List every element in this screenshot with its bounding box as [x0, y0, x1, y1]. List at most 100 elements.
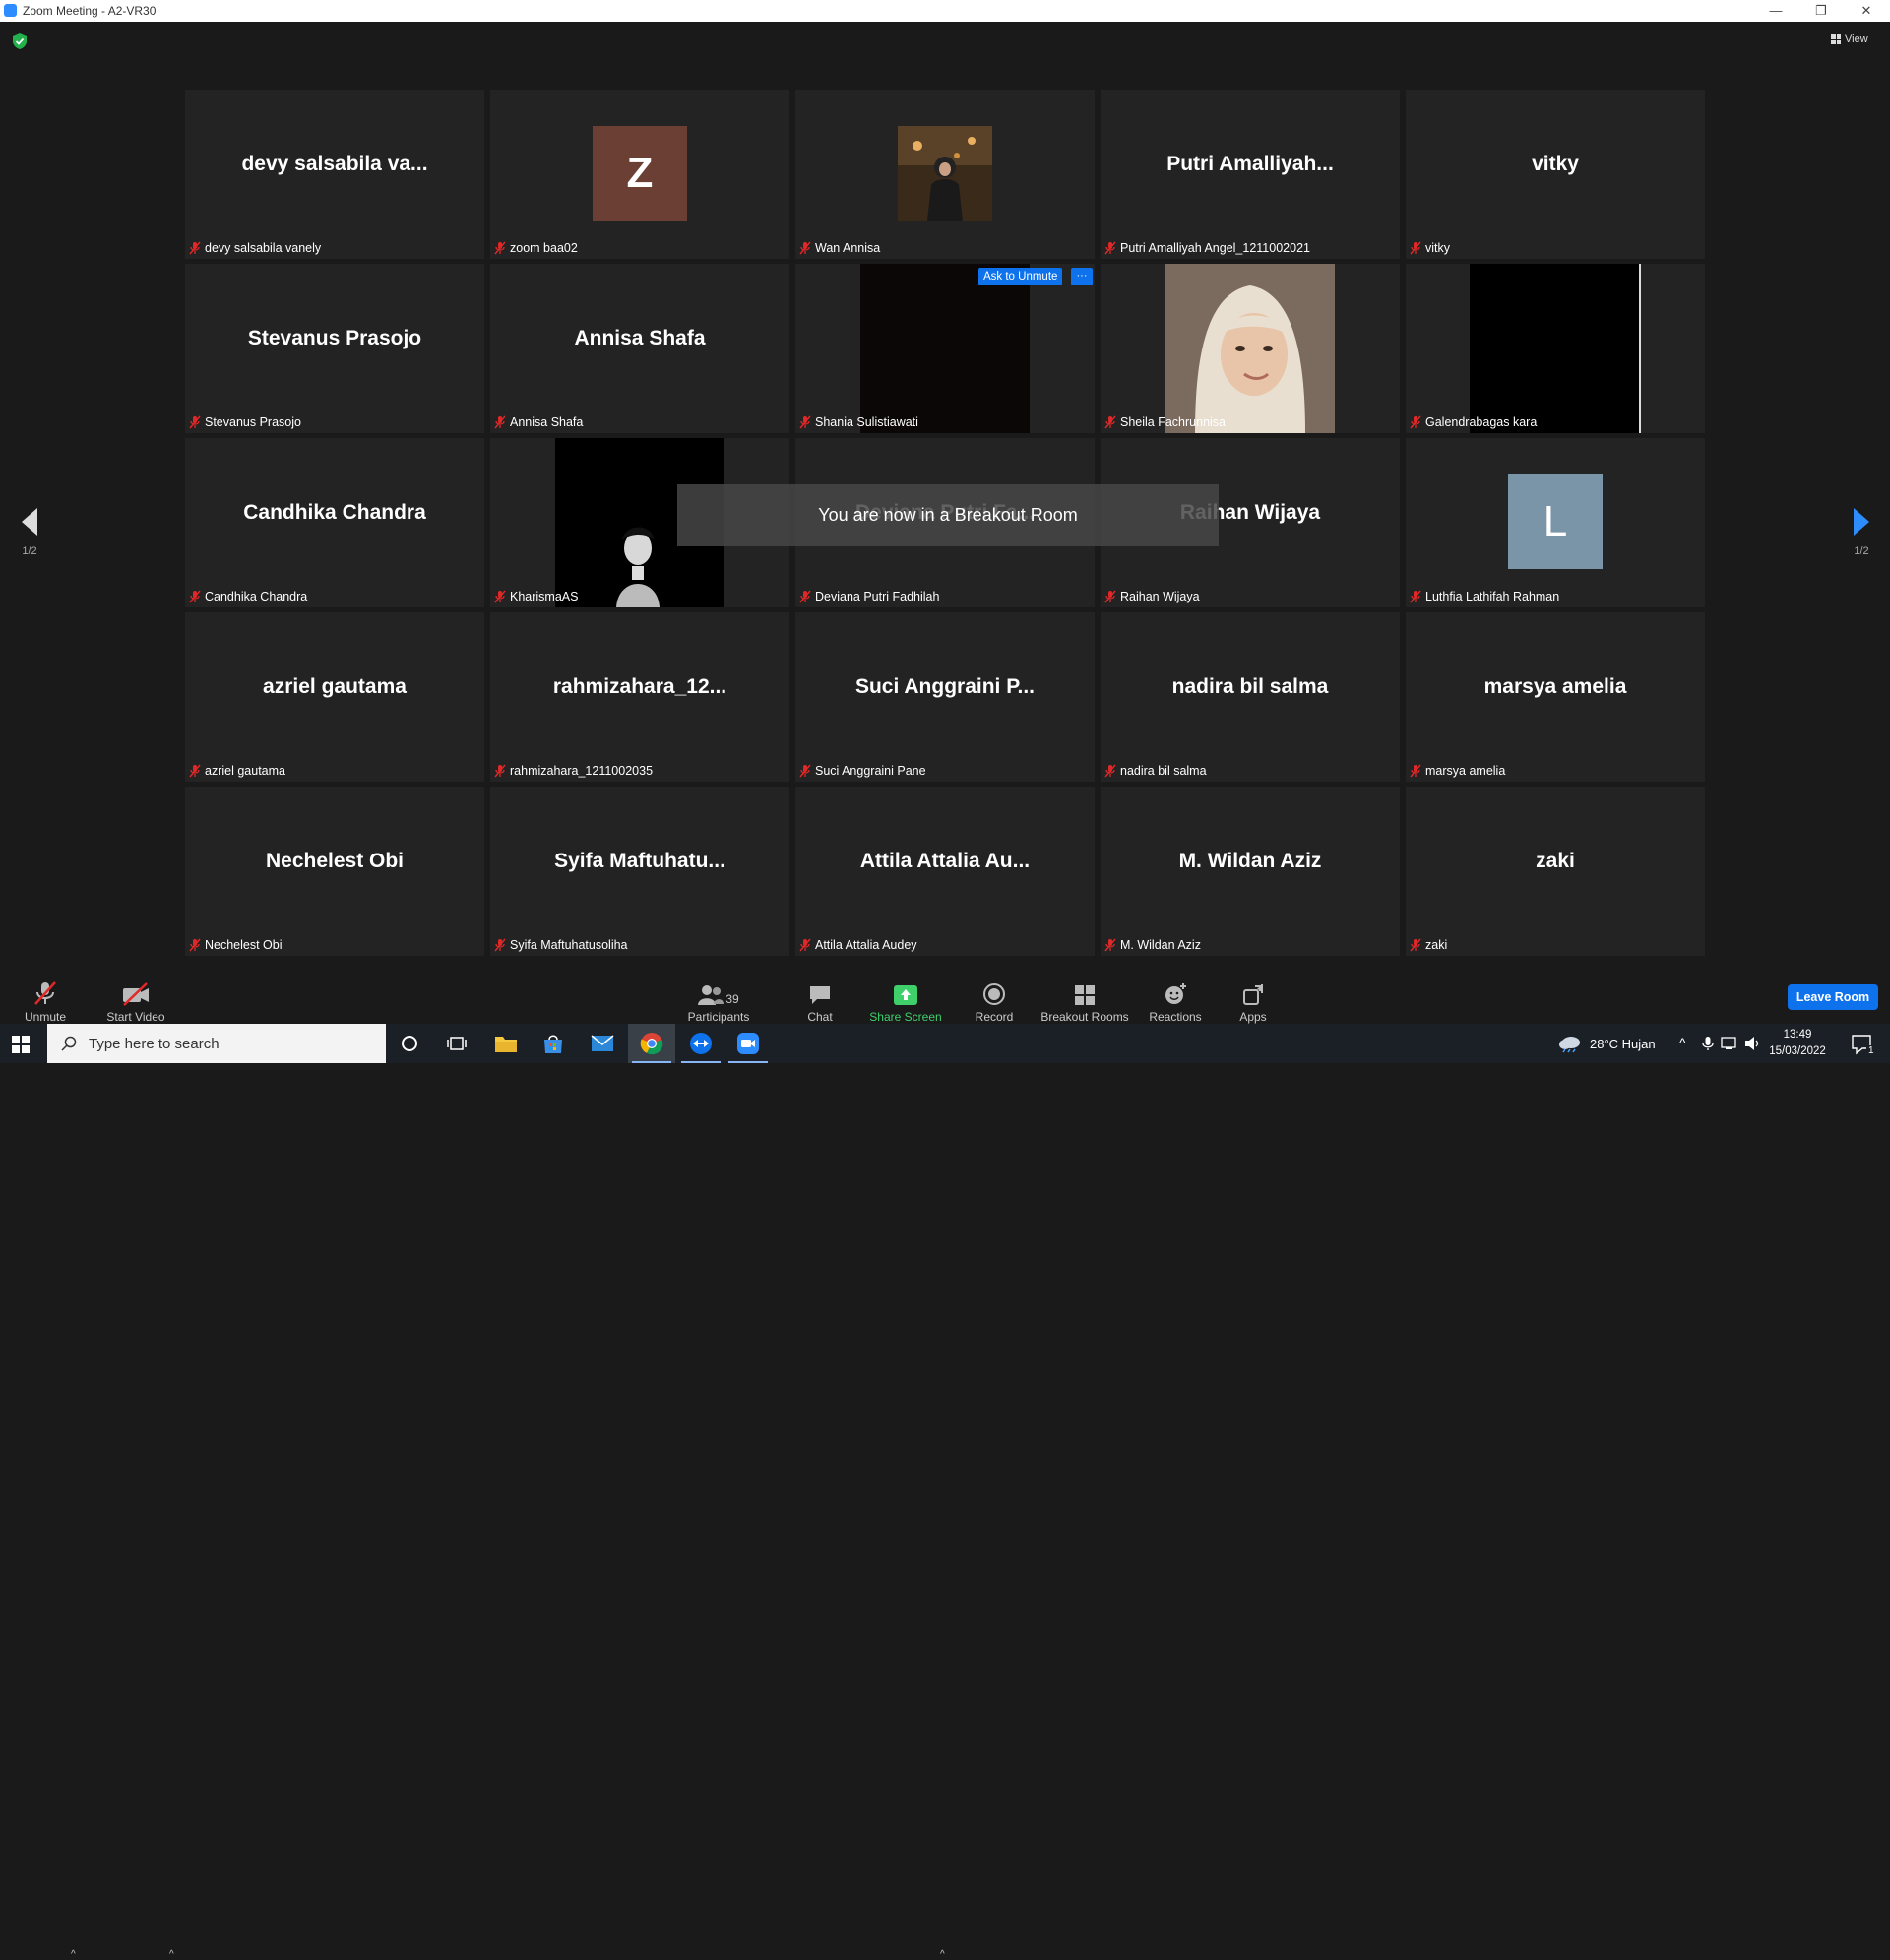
participant-tile[interactable]: M. Wildan Aziz M. Wildan Aziz	[1101, 787, 1400, 956]
participant-tile[interactable]: devy salsabila va... devy salsabila vane…	[185, 90, 484, 259]
share-options-caret-icon[interactable]: ^	[940, 1949, 945, 1960]
microphone-tray-icon[interactable]	[1702, 1036, 1714, 1051]
more-options-button[interactable]: ···	[1071, 268, 1093, 285]
arrow-left-icon	[22, 508, 37, 536]
participant-tile[interactable]: Sheila Fachrunnisa	[1101, 264, 1400, 433]
participant-tile[interactable]: Galendrabagas kara	[1406, 264, 1705, 433]
show-hidden-icons-caret-icon[interactable]: ^	[1679, 1035, 1686, 1050]
leave-room-button[interactable]: Leave Room	[1788, 984, 1878, 1010]
mail-icon[interactable]	[579, 1024, 626, 1063]
participant-tile[interactable]: rahmizahara_12... rahmizahara_1211002035	[490, 612, 789, 782]
unmute-button[interactable]: Unmute	[14, 965, 77, 1024]
view-button[interactable]: View	[1831, 33, 1868, 45]
close-button[interactable]: ✕	[1847, 1, 1886, 21]
participant-name: Suci Anggraini Pane	[815, 763, 926, 778]
muted-mic-icon	[1104, 590, 1116, 602]
reactions-button[interactable]: Reactions	[1142, 965, 1209, 1024]
restore-button[interactable]: ❐	[1801, 1, 1841, 21]
participant-tile[interactable]: Syifa Maftuhatu... Syifa Maftuhatusoliha	[490, 787, 789, 956]
participant-name: nadira bil salma	[1120, 763, 1207, 778]
weather-cloud-icon	[1559, 1037, 1580, 1053]
breakout-rooms-label: Breakout Rooms	[1040, 1010, 1129, 1024]
participant-tile[interactable]: nadira bil salma nadira bil salma	[1101, 612, 1400, 782]
minimize-button[interactable]: —	[1756, 1, 1796, 21]
chat-icon	[810, 986, 830, 1004]
microsoft-store-icon[interactable]	[530, 1024, 577, 1063]
participant-tile[interactable]: Wan Annisa	[795, 90, 1095, 259]
muted-microphone-icon	[34, 981, 56, 1005]
participant-tile[interactable]: azriel gautama azriel gautama	[185, 612, 484, 782]
start-video-button[interactable]: Start Video	[98, 965, 173, 1024]
record-button[interactable]: Record	[965, 965, 1024, 1024]
participant-display-name: Annisa Shafa	[574, 327, 706, 349]
participant-display-name: Suci Anggraini P...	[854, 675, 1036, 698]
chrome-icon[interactable]	[628, 1024, 675, 1063]
ask-to-unmute-button[interactable]: Ask to Unmute	[978, 268, 1063, 285]
system-clock[interactable]: 13:49 15/03/2022	[1758, 1027, 1837, 1060]
file-explorer-icon[interactable]	[482, 1024, 530, 1063]
participant-tile[interactable]: Ask to Unmute ··· Shania Sulistiawati	[795, 264, 1095, 433]
participant-label: zaki	[1410, 936, 1453, 953]
video-feed	[1470, 264, 1641, 433]
avatar: Z	[593, 126, 687, 221]
weather-text[interactable]: 28°C Hujan	[1590, 1037, 1656, 1051]
participant-tile[interactable]: Stevanus Prasojo Stevanus Prasojo	[185, 264, 484, 433]
video-feed	[860, 264, 1030, 433]
participant-label: nadira bil salma	[1104, 762, 1213, 779]
cortana-icon[interactable]	[386, 1024, 433, 1063]
zoom-taskbar-icon[interactable]	[724, 1024, 772, 1063]
participant-label: Annisa Shafa	[494, 413, 589, 430]
breakout-rooms-button[interactable]: Breakout Rooms	[1040, 965, 1130, 1024]
participant-display-name: Syifa Maftuhatu...	[554, 850, 725, 872]
muted-mic-icon	[1410, 764, 1421, 777]
muted-mic-icon	[189, 590, 201, 602]
window-title: Zoom Meeting - A2-VR30	[23, 4, 157, 18]
windows-start-icon[interactable]	[12, 1036, 30, 1053]
participant-label: marsya amelia	[1410, 762, 1511, 779]
participant-tile[interactable]: Nechelest Obi Nechelest Obi	[185, 787, 484, 956]
participant-display-name: Candhika Chandra	[243, 501, 426, 524]
apps-button[interactable]: Apps	[1228, 965, 1278, 1024]
muted-mic-icon	[1410, 938, 1421, 951]
participants-button[interactable]: 39 Participants	[679, 965, 758, 1024]
participant-tile[interactable]: Attila Attalia Au... Attila Attalia Aude…	[795, 787, 1095, 956]
participant-name: rahmizahara_1211002035	[510, 763, 654, 778]
task-view-icon[interactable]	[433, 1024, 480, 1063]
participant-tile[interactable]: vitky vitky	[1406, 90, 1705, 259]
chat-button[interactable]: Chat	[788, 965, 852, 1024]
participant-label: Stevanus Prasojo	[189, 413, 307, 430]
muted-mic-icon	[1410, 415, 1421, 428]
participant-label: Putri Amalliyah Angel_1211002021	[1104, 239, 1316, 256]
next-page-button[interactable]: 1/2	[1842, 508, 1881, 557]
participant-tile[interactable]: Candhika Chandra Candhika Chandra	[185, 438, 484, 607]
participant-label: Attila Attalia Audey	[799, 936, 923, 953]
participant-tile[interactable]: marsya amelia marsya amelia	[1406, 612, 1705, 782]
participant-label: Wan Annisa	[799, 239, 886, 256]
previous-page-button[interactable]: 1/2	[10, 508, 49, 557]
participant-tile[interactable]: Putri Amalliyah... Putri Amalliyah Angel…	[1101, 90, 1400, 259]
avatar: L	[1508, 474, 1603, 569]
participant-display-name: Stevanus Prasojo	[247, 327, 422, 349]
participant-display-name: marsya amelia	[1483, 675, 1627, 698]
share-screen-button[interactable]: Share Screen	[866, 965, 945, 1024]
participant-label: Raihan Wijaya	[1104, 588, 1206, 604]
participant-tile[interactable]: L Luthfia Lathifah Rahman	[1406, 438, 1705, 607]
teamviewer-icon[interactable]	[677, 1024, 724, 1063]
participant-tile[interactable]: Suci Anggraini P... Suci Anggraini Pane	[795, 612, 1095, 782]
network-icon[interactable]	[1721, 1036, 1738, 1051]
record-icon	[983, 983, 1005, 1005]
participant-display-name: azriel gautama	[263, 675, 407, 698]
participant-label: Galendrabagas kara	[1410, 413, 1543, 430]
video-options-caret-icon[interactable]: ^	[169, 1949, 174, 1960]
participant-tile[interactable]: Z zoom baa02	[490, 90, 789, 259]
participant-tile[interactable]: Annisa Shafa Annisa Shafa	[490, 264, 789, 433]
participant-name: Attila Attalia Audey	[815, 937, 917, 952]
muted-mic-icon	[494, 590, 506, 602]
participant-label: rahmizahara_1211002035	[494, 762, 659, 779]
taskbar-search-input[interactable]: Type here to search	[47, 1024, 386, 1063]
participant-name: zoom baa02	[510, 240, 578, 255]
encryption-shield-icon[interactable]	[13, 33, 27, 49]
participant-label: zoom baa02	[494, 239, 584, 256]
audio-options-caret-icon[interactable]: ^	[71, 1949, 76, 1960]
participant-tile[interactable]: zaki zaki	[1406, 787, 1705, 956]
